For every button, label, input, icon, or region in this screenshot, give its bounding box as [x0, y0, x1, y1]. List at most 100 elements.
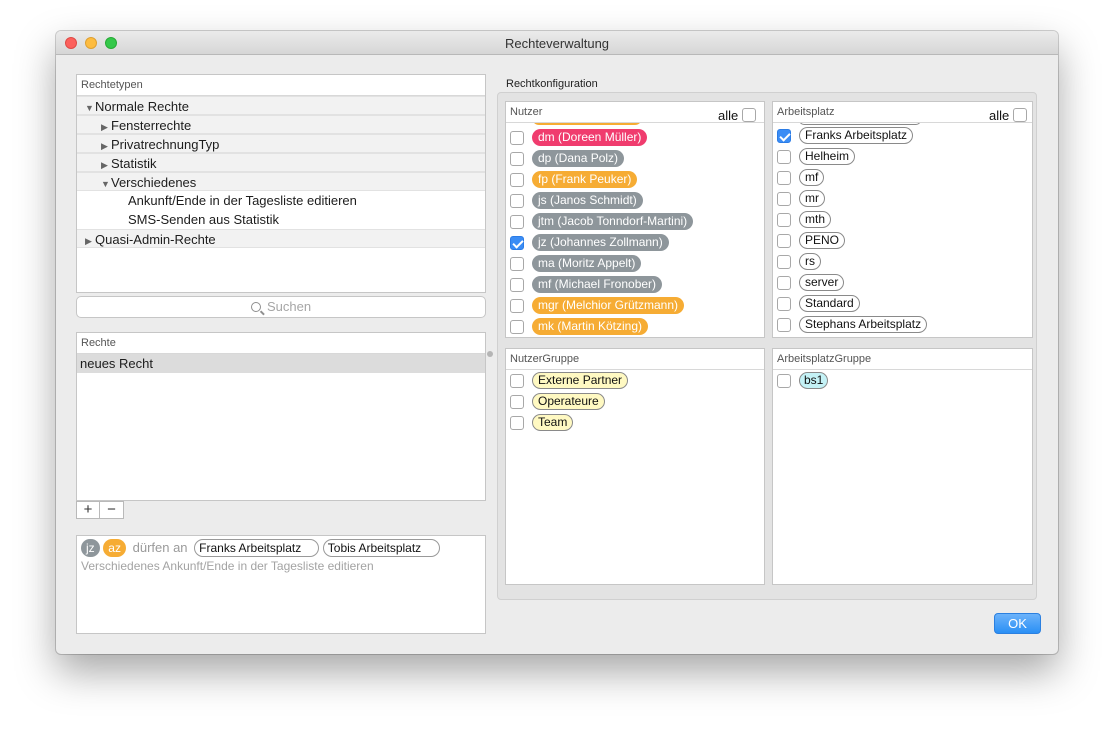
list-item-checkbox[interactable] [510, 236, 524, 250]
rechtetypen-tree[interactable]: ▼Normale Rechte ▶ Fensterrechte ▶ Privatrech… [77, 96, 485, 248]
arbeitsplatzgruppe-list[interactable]: bs1 [773, 370, 1032, 391]
rechte-header: Rechte [77, 333, 485, 354]
list-item-checkbox[interactable] [777, 234, 791, 248]
summary-user-badge-az: az [103, 539, 126, 557]
arbeitsplatz-panel: Arbeitsplatz alle Franks Arbeitsplatz Hel… [772, 101, 1033, 338]
list-item-pill: ma (Moritz Appelt) [532, 255, 642, 272]
tree-row[interactable]: ▶ Statistik [77, 153, 485, 172]
summary-place-tag: Tobis Arbeitsplatz [322, 539, 440, 557]
arbeitsplatz-list[interactable]: Franks Arbeitsplatz Helheim mf mr mth PENO rs s… [773, 125, 1032, 335]
list-item[interactable]: mr [773, 188, 1032, 209]
list-item[interactable]: Externe Partner [506, 370, 764, 391]
tree-row[interactable]: ▶ Quasi-Admin-Rechte [77, 229, 485, 248]
list-item[interactable]: ma (Moritz Appelt) [506, 253, 764, 274]
disclosure-closed-icon[interactable]: ▶ [85, 232, 95, 251]
list-item[interactable]: PENO [773, 230, 1032, 251]
list-item[interactable]: mf [773, 167, 1032, 188]
nutzer-list[interactable]: dm (Doreen Müller) dp (Dana Polz) fp (Fran… [506, 127, 764, 337]
rechtetypen-header: Rechtetypen [77, 75, 485, 96]
tree-row[interactable]: ▼Normale Rechte [77, 96, 485, 115]
list-item[interactable]: jtm (Jacob Tonndorf-Martini) [506, 211, 764, 232]
remove-button[interactable]: − [100, 501, 124, 519]
list-item-checkbox[interactable] [510, 257, 524, 271]
list-item-checkbox[interactable] [777, 150, 791, 164]
list-item-pill: rs [799, 253, 821, 270]
list-item-pill: dp (Dana Polz) [532, 150, 625, 167]
list-item-checkbox[interactable] [777, 129, 791, 143]
list-item-checkbox[interactable] [777, 276, 791, 290]
list-item-pill: fp (Frank Peuker) [532, 171, 638, 188]
list-item-checkbox[interactable] [777, 255, 791, 269]
tree-row-label: Verschiedenes [111, 175, 197, 190]
list-item-checkbox[interactable] [777, 192, 791, 206]
arbeitsplatzgruppe-panel: ArbeitsplatzGruppe bs1 [772, 348, 1033, 585]
list-item-checkbox[interactable] [510, 416, 524, 430]
list-item-checkbox[interactable] [510, 131, 524, 145]
list-item-checkbox[interactable] [510, 320, 524, 334]
tree-row[interactable]: SMS-Senden aus Statistik [77, 210, 485, 229]
window-title: Rechteverwaltung [504, 36, 610, 51]
list-item[interactable]: server [773, 272, 1032, 293]
summary-verb: dürfen an [132, 540, 188, 555]
nutzer-alle-toggle[interactable]: alle [718, 106, 757, 123]
tree-row[interactable]: Ankunft/Ende in der Tagesliste editieren [77, 191, 485, 210]
list-item-checkbox[interactable] [777, 318, 791, 332]
list-item-pill: jz (Johannes Zollmann) [532, 234, 669, 251]
list-item[interactable]: bs1 [773, 370, 1032, 391]
arbeitsplatz-alle-toggle[interactable]: alle [989, 106, 1028, 123]
list-item-pill: mth [799, 211, 832, 228]
list-item-checkbox[interactable] [777, 374, 791, 388]
nutzergruppe-list[interactable]: Externe Partner Operateure Team [506, 370, 764, 433]
list-item-checkbox[interactable] [510, 278, 524, 292]
list-item[interactable]: mth [773, 209, 1032, 230]
rechte-item[interactable]: neues Recht [77, 354, 485, 373]
list-item-pill: mgr (Melchior Grützmann) [532, 297, 685, 314]
tree-row[interactable]: ▼Verschiedenes [77, 172, 485, 191]
list-item[interactable]: Operateure [506, 391, 764, 412]
list-item-pill: dm (Doreen Müller) [532, 129, 648, 146]
list-item[interactable]: dp (Dana Polz) [506, 148, 764, 169]
list-item-checkbox[interactable] [510, 299, 524, 313]
list-item[interactable]: mf (Michael Fronober) [506, 274, 764, 295]
list-item-pill: Externe Partner [532, 372, 629, 389]
list-item-pill: Stephans Arbeitsplatz [799, 316, 928, 333]
list-item-checkbox[interactable] [777, 171, 791, 185]
title-bar[interactable]: Rechteverwaltung [56, 31, 1058, 55]
list-item[interactable]: js (Janos Schmidt) [506, 190, 764, 211]
list-item-pill: server [799, 274, 845, 291]
list-item[interactable]: mk (Martin Kötzing) [506, 316, 764, 337]
list-item-checkbox[interactable] [510, 173, 524, 187]
summary-user-badge-jz: jz [81, 539, 100, 557]
alle-checkbox[interactable] [1013, 108, 1028, 122]
alle-checkbox[interactable] [742, 108, 757, 122]
list-item-checkbox[interactable] [510, 374, 524, 388]
list-item[interactable]: Standard [773, 293, 1032, 314]
list-item-pill: js (Janos Schmidt) [532, 192, 643, 209]
list-item[interactable]: rs [773, 251, 1032, 272]
list-item[interactable]: Team [506, 412, 764, 433]
tree-row-label: Normale Rechte [95, 99, 189, 114]
tree-row[interactable]: ▶ PrivatrechnungTyp [77, 134, 485, 153]
list-item[interactable]: jz (Johannes Zollmann) [506, 232, 764, 253]
list-item-checkbox[interactable] [510, 152, 524, 166]
split-view-handle[interactable] [487, 351, 493, 357]
list-item-checkbox[interactable] [510, 395, 524, 409]
list-item[interactable]: fp (Frank Peuker) [506, 169, 764, 190]
list-item-checkbox[interactable] [777, 213, 791, 227]
rechte-panel: Rechte neues Recht [76, 332, 486, 501]
list-item-checkbox[interactable] [777, 297, 791, 311]
list-item[interactable]: Stephans Arbeitsplatz [773, 314, 1032, 335]
list-item-pill: PENO [799, 232, 846, 249]
tree-row[interactable]: ▶ Fensterrechte [77, 115, 485, 134]
list-item[interactable]: mgr (Melchior Grützmann) [506, 295, 764, 316]
search-icon [250, 302, 261, 312]
ok-button[interactable]: OK [994, 613, 1041, 634]
add-button[interactable]: + [76, 501, 100, 519]
list-item[interactable]: Franks Arbeitsplatz [773, 125, 1032, 146]
list-item-checkbox[interactable] [510, 215, 524, 229]
tree-row-label: Ankunft/Ende in der Tagesliste editieren [128, 193, 357, 208]
search-field[interactable]: Suchen [76, 296, 486, 318]
list-item[interactable]: Helheim [773, 146, 1032, 167]
list-item[interactable]: dm (Doreen Müller) [506, 127, 764, 148]
list-item-checkbox[interactable] [510, 194, 524, 208]
